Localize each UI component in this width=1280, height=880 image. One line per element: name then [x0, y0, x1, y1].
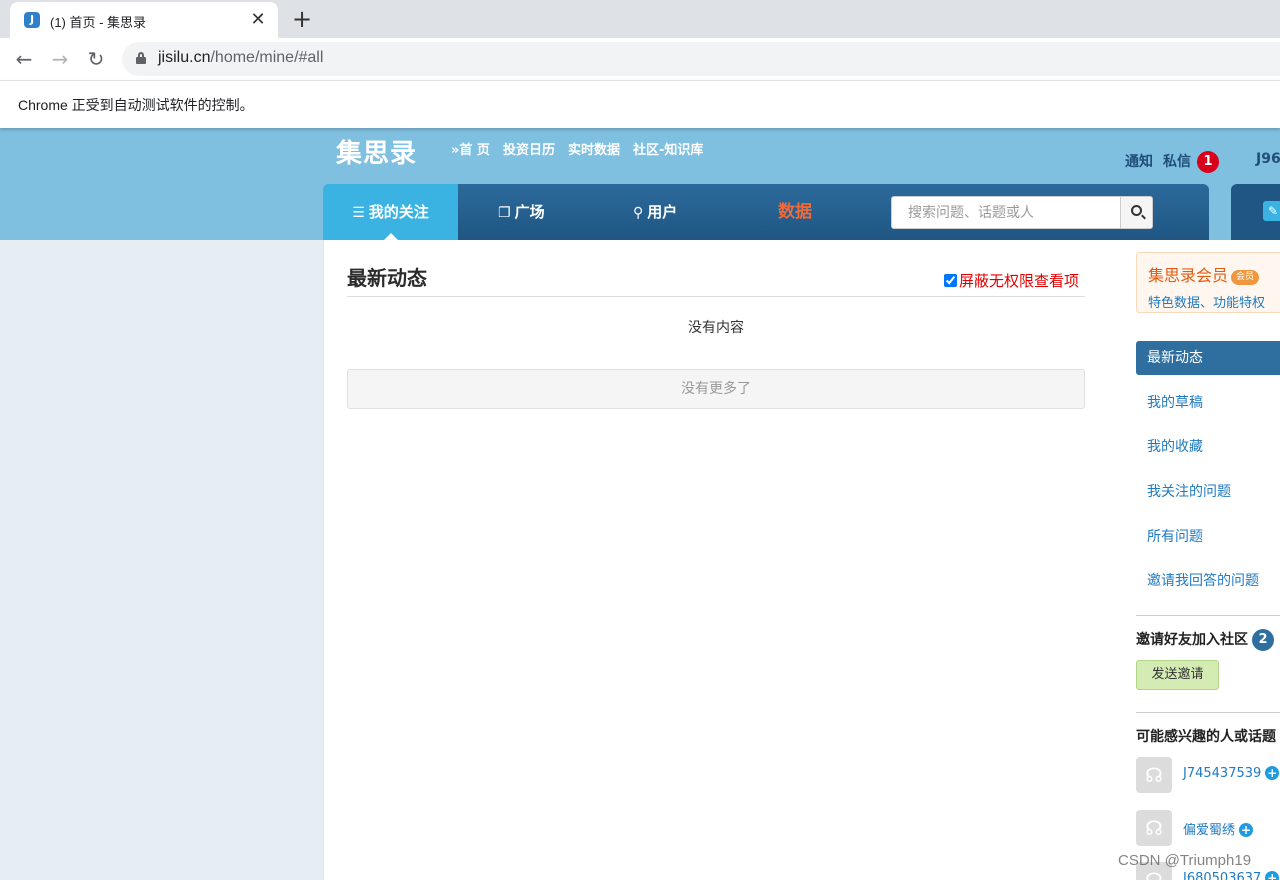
vip-promo-box[interactable]: 集思录会员 会员 特色数据、功能特权: [1136, 252, 1280, 313]
tab-users-label: 用户: [647, 203, 678, 221]
page-title: 最新动态: [347, 266, 427, 290]
recommend-name-link[interactable]: J680503637: [1183, 871, 1261, 880]
top-nav: »首 页投资日历 实时数据 社区-知识库: [451, 139, 716, 158]
follow-plus-icon[interactable]: +: [1265, 871, 1280, 880]
main-nav: ☰ 我的关注 ❐ 广场 ⚲ 用户 数据: [323, 184, 1209, 240]
site-logo[interactable]: 集思录: [336, 133, 417, 170]
lock-icon: [136, 52, 146, 64]
infobar-text: Chrome 正受到自动测试软件的控制。: [18, 97, 254, 113]
automation-infobar: Chrome 正受到自动测试软件的控制。: [0, 80, 1280, 128]
follow-plus-icon[interactable]: +: [1265, 766, 1280, 780]
vip-subtitle-link[interactable]: 特色数据、功能特权: [1148, 292, 1265, 311]
recommend-title: 可能感兴趣的人或话题: [1136, 729, 1276, 745]
tab-title: (1) 首页 - 集思录: [50, 15, 147, 30]
top-nav-calendar[interactable]: 投资日历: [503, 143, 555, 158]
empty-state-text: 没有内容: [688, 320, 744, 336]
tab-my-follow-label: 我的关注: [368, 203, 429, 221]
right-sidebar: 集思录会员 会员 特色数据、功能特权 最新动态 我的草稿 我的收藏 我关注的问题 …: [1108, 240, 1280, 880]
sidebar-menu: 最新动态 我的草稿 我的收藏 我关注的问题 所有问题 邀请我回答的问题: [1136, 341, 1280, 609]
sidebar-item-invited-questions[interactable]: 邀请我回答的问题: [1136, 564, 1280, 609]
forward-arrow-icon[interactable]: →: [46, 45, 74, 73]
address-bar[interactable]: jisilu.cn/home/mine/#all: [122, 42, 1280, 76]
search-icon: [1131, 205, 1142, 216]
watermark-text: CSDN @Triumph19: [1118, 852, 1252, 869]
recommend-name: J680503637 +: [1183, 871, 1280, 880]
invite-title: 邀请好友加入社区 2: [1136, 629, 1274, 651]
sidebar-divider: [1136, 615, 1280, 616]
hide-restricted-filter[interactable]: 屏蔽无权限查看项: [944, 270, 1079, 291]
browser-tab[interactable]: J (1) 首页 - 集思录 ✕: [10, 2, 278, 38]
message-count-badge[interactable]: 1: [1197, 151, 1219, 173]
tab-square-label: 广场: [514, 203, 545, 221]
tab-my-follow[interactable]: ☰ 我的关注: [323, 184, 458, 240]
edit-icon: ✎: [1263, 201, 1280, 221]
back-arrow-icon[interactable]: ←: [10, 45, 38, 73]
avatar[interactable]: ☊: [1136, 810, 1172, 846]
title-divider: [347, 296, 1085, 297]
top-nav-home[interactable]: »首 页: [451, 143, 490, 158]
copy-icon: ❐: [498, 205, 511, 221]
recommend-name-link[interactable]: J745437539: [1183, 766, 1261, 781]
reload-icon[interactable]: ↻: [82, 45, 110, 73]
url-host: jisilu.cn: [158, 49, 211, 66]
top-nav-community[interactable]: 社区-知识库: [633, 143, 703, 158]
sidebar-item-followed-questions[interactable]: 我关注的问题: [1136, 475, 1280, 520]
vip-title-text: 集思录会员: [1148, 266, 1229, 285]
close-tab-icon[interactable]: ✕: [246, 8, 270, 32]
sidebar-item-favorites[interactable]: 我的收藏: [1136, 430, 1280, 475]
user-links: 通知 私信 1: [1125, 151, 1219, 173]
tab-users[interactable]: ⚲ 用户: [633, 184, 677, 240]
url-text: jisilu.cn/home/mine/#all: [158, 49, 323, 67]
list-icon: ☰: [352, 205, 365, 221]
recommend-item: ☊ J745437539 +: [1136, 757, 1280, 793]
recommend-name: 偏爱蜀绣 +: [1183, 819, 1254, 838]
hide-restricted-checkbox[interactable]: [944, 274, 957, 287]
load-more-button[interactable]: 没有更多了: [347, 369, 1085, 409]
sidebar-item-latest[interactable]: 最新动态: [1136, 341, 1280, 375]
main-content: 最新动态 屏蔽无权限查看项 没有内容 没有更多了: [323, 240, 1108, 880]
publish-button[interactable]: ✎: [1231, 184, 1280, 240]
search-button[interactable]: [1120, 197, 1152, 228]
recommend-name-link[interactable]: 偏爱蜀绣: [1183, 823, 1235, 838]
sidebar-item-drafts[interactable]: 我的草稿: [1136, 386, 1280, 431]
recommend-name: J745437539 +: [1183, 766, 1280, 781]
browser-toolbar: ← → ↻ jisilu.cn/home/mine/#all: [0, 38, 1280, 80]
vip-title: 集思录会员 会员: [1148, 262, 1260, 286]
message-link[interactable]: 私信: [1163, 154, 1191, 170]
new-tab-icon[interactable]: +: [288, 5, 316, 33]
username-link[interactable]: J96: [1256, 151, 1280, 167]
follow-plus-icon[interactable]: +: [1239, 823, 1254, 837]
sidebar-divider: [1136, 712, 1280, 713]
top-nav-realtime[interactable]: 实时数据: [568, 143, 620, 158]
url-path: /home/mine/#all: [210, 49, 324, 66]
hide-restricted-label: 屏蔽无权限查看项: [959, 272, 1080, 290]
vip-tag-badge: 会员: [1231, 270, 1260, 285]
tab-square[interactable]: ❐ 广场: [498, 184, 545, 240]
user-icon: ⚲: [633, 205, 644, 221]
tab-data[interactable]: 数据: [778, 184, 812, 240]
invite-count-badge: 2: [1252, 629, 1274, 651]
search-box: [891, 196, 1153, 229]
sidebar-item-all-questions[interactable]: 所有问题: [1136, 520, 1280, 565]
avatar[interactable]: ☊: [1136, 757, 1172, 793]
notify-link[interactable]: 通知: [1125, 154, 1153, 170]
site-header: 集思录 »首 页投资日历 实时数据 社区-知识库 通知 私信 1 J96 ☰ 我的关注 ❐…: [0, 128, 1280, 240]
send-invite-button[interactable]: 发送邀请: [1136, 660, 1219, 690]
search-input[interactable]: [892, 197, 1120, 228]
recommend-item: ☊ 偏爱蜀绣 +: [1136, 810, 1280, 846]
site-favicon-icon: J: [24, 12, 40, 28]
browser-tabstrip: J (1) 首页 - 集思录 ✕ +: [0, 0, 1280, 38]
invite-title-text: 邀请好友加入社区: [1136, 632, 1248, 648]
